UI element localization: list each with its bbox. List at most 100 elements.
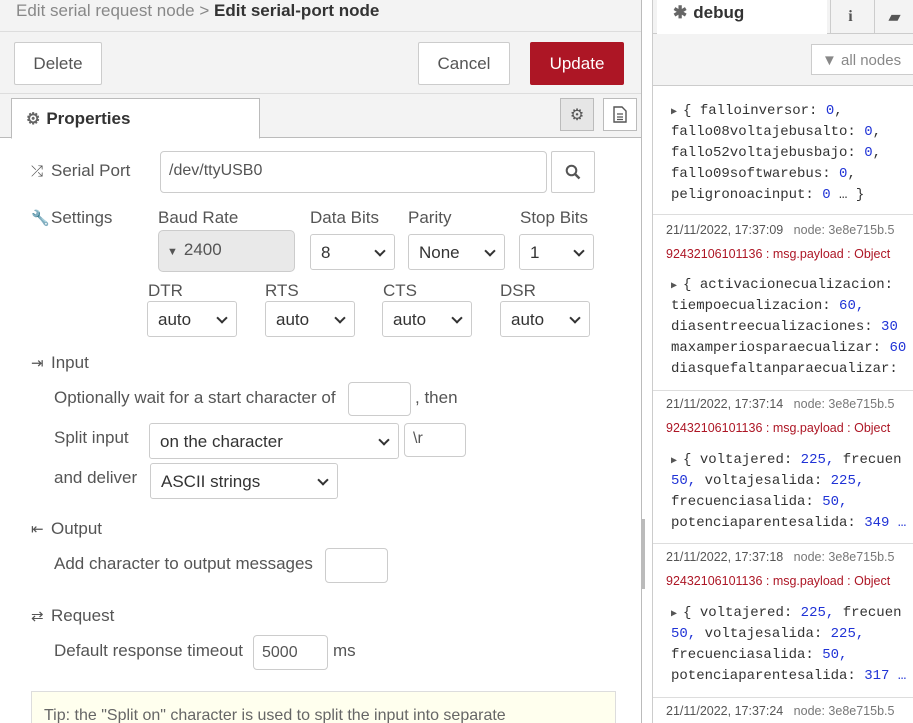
object-key: maxamperiosparaecualizar: — [671, 340, 882, 356]
input-section-label: ⇥ Input — [31, 353, 89, 373]
filter-icon: ▼ — [822, 52, 837, 69]
breadcrumb-parent[interactable]: Edit serial request node — [16, 1, 195, 20]
object-line: fallo52voltajebusbajo: 0, — [671, 145, 882, 161]
rts-label: RTS — [265, 281, 299, 300]
cts-label: CTS — [383, 281, 417, 300]
timeout-input[interactable]: 5000 — [253, 635, 328, 670]
object-key: potenciaparentesalida: — [671, 668, 856, 684]
debug-message: ▶{ voltajered: 225, frecuen 50, voltajes… — [653, 603, 913, 687]
message-topic: 92432106101136 : msg.payload : Object — [666, 421, 891, 435]
debug-message: ▶{ activacionecualizacion: tiempoecualiz… — [653, 275, 913, 380]
document-icon — [613, 106, 627, 123]
data-bits-label: Data Bits — [310, 208, 379, 227]
expand-arrow-icon[interactable]: ▶ — [671, 281, 677, 292]
bug-icon: ✱ — [673, 3, 688, 22]
output-section-text: Output — [51, 519, 103, 538]
split-mode-select[interactable]: on the character — [149, 423, 399, 459]
split-character-input[interactable]: \r — [404, 423, 466, 457]
object-key: diasquefaltanparaecualizar: — [671, 361, 898, 377]
node-settings-tab-button[interactable]: ⚙ — [560, 98, 594, 131]
breadcrumb-separator: > — [199, 1, 210, 20]
message-node-id[interactable]: node: 3e8e715b.5 — [794, 223, 895, 237]
object-key: diasentreecualizaciones: — [671, 319, 873, 335]
rts-select[interactable]: auto — [265, 301, 355, 337]
object-line: fallo08voltajebusalto: 0, — [671, 124, 882, 140]
expand-arrow-icon[interactable]: ▶ — [671, 456, 677, 467]
breadcrumb-current: Edit serial-port node — [214, 1, 380, 20]
expand-arrow-icon[interactable]: ▶ — [671, 107, 677, 118]
object-line: diasquefaltanparaecualizar: — [653, 359, 913, 380]
expand-arrow-icon[interactable]: ▶ — [671, 609, 677, 620]
dtr-select[interactable]: auto — [147, 301, 237, 337]
tab-properties-label: Properties — [46, 109, 131, 128]
cancel-button[interactable]: Cancel — [418, 42, 510, 85]
debug-message-meta: 21/11/2022, 17:37:24 node: 3e8e715b.5 — [653, 697, 913, 723]
update-button[interactable]: Update — [530, 42, 624, 85]
node-editor-tray: Edit serial request node > Edit serial-p… — [0, 0, 642, 723]
message-node-id[interactable]: node: 3e8e715b.5 — [794, 397, 895, 411]
object-line: maxamperiosparaecualizar: 60 — [653, 338, 913, 359]
sidebar-tabs: ✱ debug i ▰ — [653, 0, 913, 34]
object-key: frecuen — [842, 605, 902, 621]
object-key: voltajered: — [699, 452, 793, 468]
object-key: frecuenciasalida: — [671, 494, 814, 510]
message-topic: 92432106101136 : msg.payload : Object — [666, 574, 891, 588]
object-value: 30 — [881, 319, 898, 335]
output-character-input[interactable] — [325, 548, 388, 583]
cts-select[interactable]: auto — [382, 301, 472, 337]
timeout-label: Default response timeout — [54, 641, 243, 660]
info-tab-button[interactable]: i — [830, 0, 870, 33]
object-line: ▶{ activacionecualizacion: — [671, 277, 894, 293]
baud-rate-select[interactable]: ▼ 2400 — [158, 230, 295, 272]
debug-message: ▶{ falloinversor: 0, fallo08voltajebusal… — [653, 101, 913, 206]
debug-message: ▶{ voltajered: 225, frecuen 50, voltajes… — [653, 450, 913, 534]
start-character-input[interactable] — [348, 382, 411, 416]
output-section-label: ⇤ Output — [31, 519, 102, 539]
deliver-select[interactable]: ASCII strings — [150, 463, 338, 499]
debug-message-meta: 21/11/2022, 17:37:14 node: 3e8e715b.5 — [653, 390, 913, 415]
object-line: diasentreecualizaciones: 30 — [653, 317, 913, 338]
object-line: peligronoacinput: 0 … } — [671, 187, 865, 203]
message-node-id[interactable]: node: 3e8e715b.5 — [794, 704, 895, 718]
dtr-label: DTR — [148, 281, 183, 300]
shuffle-icon: ⤮ — [31, 163, 44, 180]
object-line: potenciaparentesalida: 317 … — [653, 666, 913, 687]
search-ports-button[interactable] — [551, 151, 595, 193]
message-node-id[interactable]: node: 3e8e715b.5 — [794, 550, 895, 564]
then-label: , then — [415, 388, 458, 407]
filter-nodes-button[interactable]: ▼ all nodes — [811, 44, 913, 75]
object-value: 225, — [830, 626, 865, 642]
object-key: tiempoecualizacion: — [671, 298, 831, 314]
object-line: ▶{ falloinversor: 0, — [671, 103, 843, 119]
object-value: 225, — [830, 473, 865, 489]
data-bits-select[interactable]: 8 — [310, 234, 395, 270]
deliver-label: and deliver — [54, 468, 138, 487]
delete-button[interactable]: Delete — [14, 42, 102, 85]
object-value: 50, — [671, 473, 697, 489]
dsr-select[interactable]: auto — [500, 301, 590, 337]
message-timestamp: 21/11/2022, 17:37:18 — [666, 550, 784, 564]
search-icon — [565, 164, 581, 180]
resize-handle[interactable] — [641, 519, 645, 589]
debug-message-meta: 21/11/2022, 17:37:18 node: 3e8e715b.5 — [653, 543, 913, 568]
tab-debug-label: debug — [693, 3, 745, 22]
object-line: frecuenciasalida: 50, — [653, 492, 913, 513]
parity-select[interactable]: None — [408, 234, 505, 270]
help-tab-button[interactable]: ▰ — [874, 0, 913, 33]
dsr-label: DSR — [500, 281, 536, 300]
input-section-text: Input — [51, 353, 89, 372]
tab-properties[interactable]: ⚙ Properties — [11, 98, 260, 139]
message-topic: 92432106101136 : msg.payload : Object — [666, 247, 891, 261]
tab-debug[interactable]: ✱ debug — [657, 0, 827, 34]
debug-sidebar: ✱ debug i ▰ ▼ all nodes ▶{ falloinversor:… — [652, 0, 913, 723]
stop-bits-select[interactable]: 1 — [519, 234, 594, 270]
serial-port-input[interactable]: /dev/ttyUSB0 — [160, 151, 547, 193]
gear-icon: ⚙ — [26, 111, 41, 128]
object-value: 50, — [822, 647, 848, 663]
object-line: 50, voltajesalida: 225, — [653, 624, 913, 645]
debug-message-meta: 21/11/2022, 17:37:09 node: 3e8e715b.5 — [653, 214, 913, 239]
sign-out-icon: ⇤ — [31, 521, 44, 538]
editor-tabs: ⚙ Properties ⚙ — [0, 94, 641, 139]
object-value: 60 — [889, 340, 907, 356]
node-description-tab-button[interactable] — [603, 98, 637, 131]
